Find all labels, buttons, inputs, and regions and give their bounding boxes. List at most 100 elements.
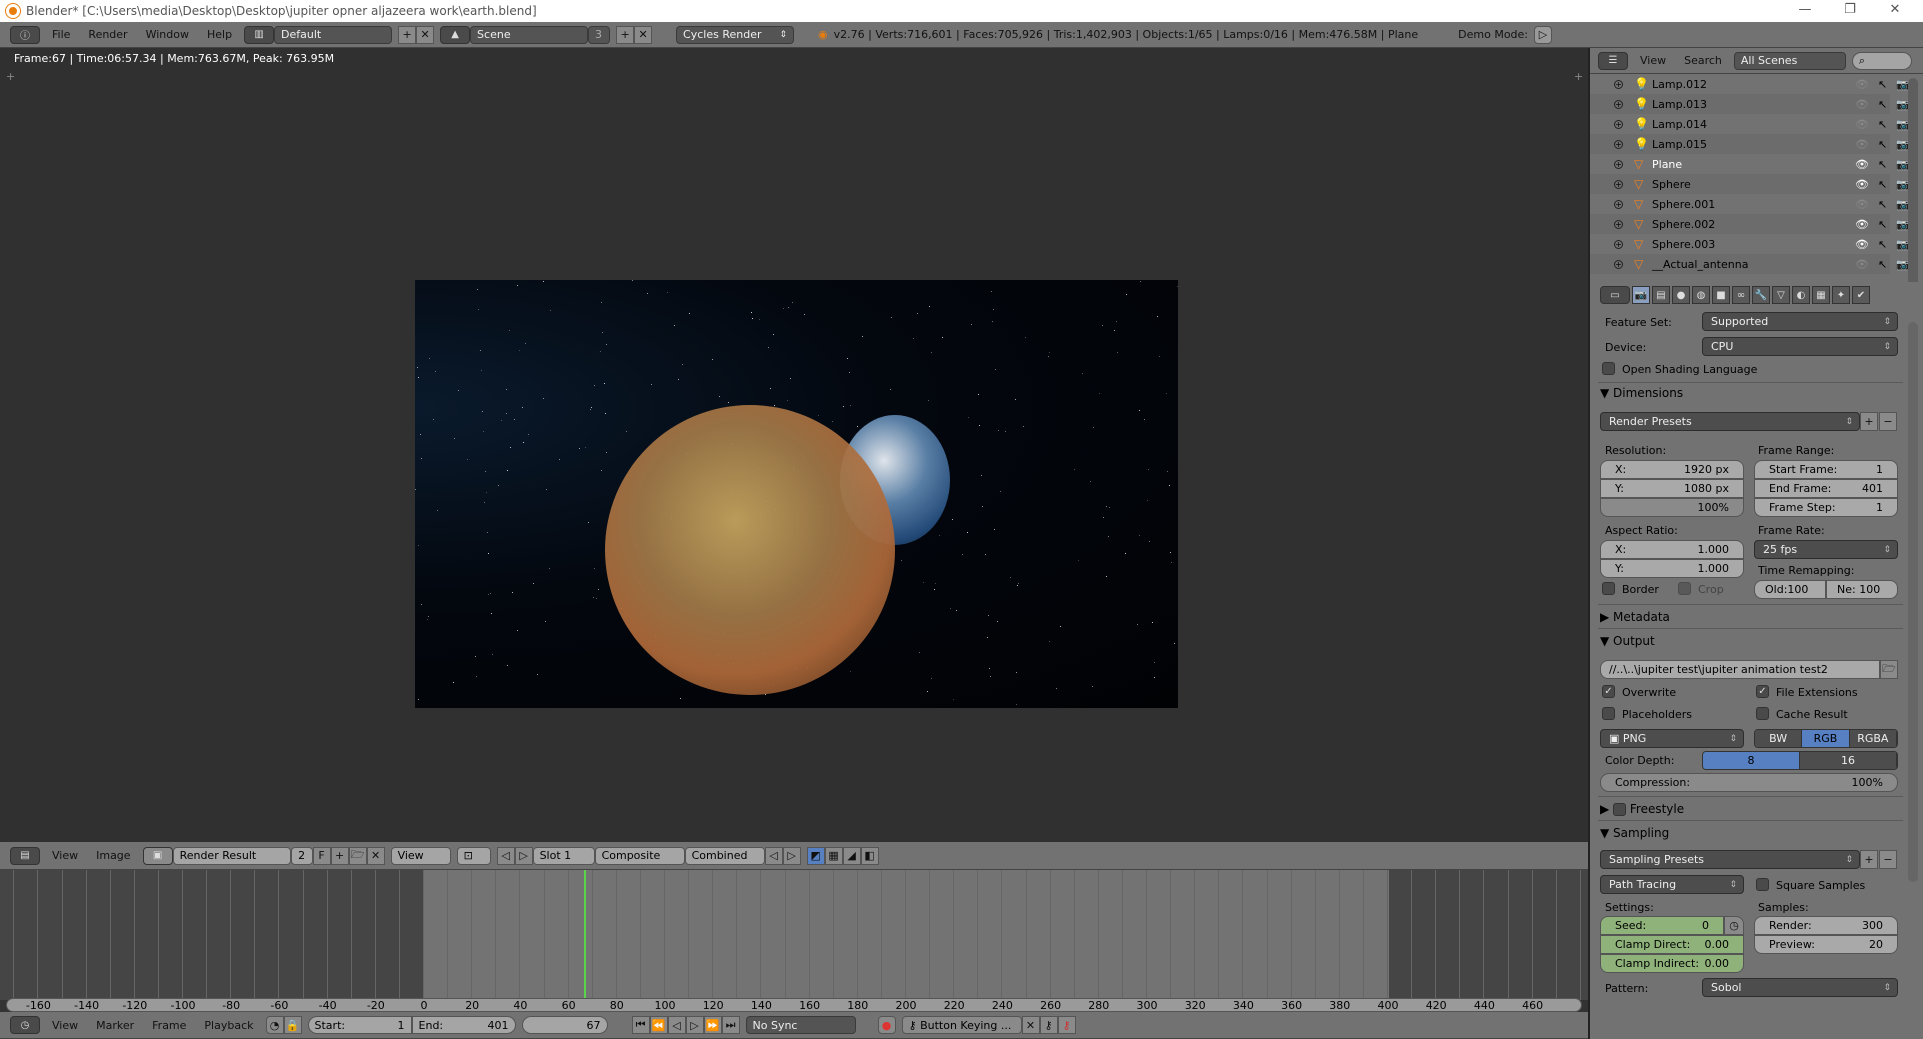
color-mode-bw[interactable]: BW bbox=[1755, 730, 1803, 747]
expand-icon[interactable]: + bbox=[1614, 219, 1623, 229]
selectable-arrow-icon[interactable]: ↖ bbox=[1878, 238, 1887, 251]
jump-next-keyframe-button[interactable]: ⏩ bbox=[703, 1016, 722, 1034]
resolution-x-field[interactable]: X: 1920 px bbox=[1600, 460, 1744, 479]
demo-mode-play-button[interactable]: ▷ bbox=[1534, 25, 1553, 44]
image-name-field[interactable]: Render Result bbox=[172, 846, 291, 865]
menu-render[interactable]: Render bbox=[82, 28, 133, 41]
menu-marker[interactable]: Marker bbox=[90, 1019, 140, 1032]
outliner-item-name[interactable]: Lamp.012 bbox=[1652, 78, 1707, 91]
outliner-item[interactable]: + ▽ Sphere.002 👁 ↖ 📷 bbox=[1590, 214, 1910, 234]
file-extensions-checkbox[interactable]: ✓ bbox=[1756, 685, 1769, 698]
compression-slider[interactable]: Compression: 100% bbox=[1600, 773, 1898, 792]
output-path-field[interactable]: //..\..\jupiter test\jupiter animation t… bbox=[1600, 660, 1880, 679]
outliner-menu-search[interactable]: Search bbox=[1678, 54, 1728, 67]
expand-icon[interactable]: + bbox=[1614, 99, 1623, 109]
close-button[interactable]: ✕ bbox=[1875, 0, 1915, 22]
scene-field[interactable]: Scene bbox=[470, 25, 589, 44]
menu-file[interactable]: File bbox=[46, 28, 76, 41]
tab-render[interactable]: 📷 bbox=[1632, 286, 1650, 304]
image-editor-viewport[interactable] bbox=[0, 48, 1588, 842]
cache-result-checkbox[interactable] bbox=[1756, 707, 1769, 720]
jump-prev-keyframe-button[interactable]: ⏪ bbox=[649, 1016, 668, 1034]
outliner-item[interactable]: + 💡 Lamp.012 👁 ↖ 📷 bbox=[1590, 74, 1910, 94]
unlink-image-button[interactable]: ✕ bbox=[366, 846, 385, 865]
tab-constraints[interactable]: ∞ bbox=[1732, 286, 1750, 304]
overwrite-checkbox[interactable]: ✓ bbox=[1602, 685, 1615, 698]
expand-icon[interactable]: + bbox=[1614, 159, 1623, 169]
add-screen-button[interactable]: + bbox=[398, 25, 417, 44]
tab-render-layers[interactable]: ▤ bbox=[1652, 286, 1670, 304]
end-frame-field[interactable]: End: 401 bbox=[411, 1016, 516, 1034]
aspect-x-field[interactable]: X: 1.000 bbox=[1600, 540, 1744, 559]
editor-type-properties-button[interactable]: ▭ bbox=[1600, 286, 1630, 304]
add-sampling-preset-button[interactable]: + bbox=[1860, 850, 1878, 869]
sampling-presets-dropdown[interactable]: Sampling Presets ⇕ bbox=[1600, 850, 1860, 869]
metadata-panel-header[interactable]: ▶ Metadata bbox=[1600, 610, 1670, 624]
outliner-scrollbar[interactable] bbox=[1908, 78, 1918, 303]
editor-type-outliner-button[interactable]: ☰ bbox=[1598, 51, 1628, 70]
menu-playback[interactable]: Playback bbox=[198, 1019, 259, 1032]
tab-texture[interactable]: ▦ bbox=[1812, 286, 1830, 304]
output-panel-header[interactable]: ▼ Output bbox=[1600, 634, 1655, 648]
remove-render-preset-button[interactable]: − bbox=[1879, 412, 1897, 431]
timeline-area[interactable] bbox=[0, 870, 1588, 1000]
selectable-arrow-icon[interactable]: ↖ bbox=[1878, 138, 1887, 151]
remap-old-field[interactable]: Old:100 bbox=[1754, 580, 1826, 599]
render-engine-dropdown[interactable]: Cycles Render ⇕ bbox=[676, 25, 795, 44]
color-depth-8[interactable]: 8 bbox=[1703, 752, 1800, 769]
restore-button[interactable]: ❐ bbox=[1830, 0, 1870, 22]
selectable-arrow-icon[interactable]: ↖ bbox=[1878, 98, 1887, 111]
resolution-percentage-slider[interactable]: 100% bbox=[1600, 498, 1744, 517]
aspect-y-field[interactable]: Y: 1.000 bbox=[1600, 559, 1744, 578]
add-scene-button[interactable]: + bbox=[616, 25, 635, 44]
visibility-eye-icon[interactable]: 👁 bbox=[1855, 178, 1869, 191]
outliner-item-name[interactable]: Sphere.003 bbox=[1652, 238, 1715, 251]
menu-window[interactable]: Window bbox=[140, 28, 195, 41]
outliner-item-name[interactable]: Plane bbox=[1652, 158, 1682, 171]
keying-set-field[interactable]: ⚷ Button Keying ... bbox=[901, 1016, 1022, 1034]
timeline-current-frame-cursor[interactable] bbox=[584, 870, 587, 1000]
expand-icon[interactable]: + bbox=[1614, 239, 1623, 249]
render-pass-dropdown[interactable]: Combined bbox=[684, 846, 765, 865]
selectable-arrow-icon[interactable]: ↖ bbox=[1878, 198, 1887, 211]
visibility-eye-icon[interactable]: 👁 bbox=[1855, 238, 1869, 251]
start-frame-prop-field[interactable]: Start Frame: 1 bbox=[1754, 460, 1898, 479]
outliner-menu-view[interactable]: View bbox=[1634, 54, 1672, 67]
visibility-eye-icon[interactable]: 👁 bbox=[1855, 198, 1869, 211]
minimize-button[interactable]: — bbox=[1785, 0, 1825, 22]
next-pass-button[interactable]: ▷ bbox=[782, 846, 801, 865]
menu-help[interactable]: Help bbox=[201, 28, 238, 41]
preview-range-button[interactable]: ◔ bbox=[265, 1016, 284, 1034]
end-frame-prop-field[interactable]: End Frame: 401 bbox=[1754, 479, 1898, 498]
menu-frame[interactable]: Frame bbox=[146, 1019, 192, 1032]
color-mode-rgb[interactable]: RGB bbox=[1802, 730, 1850, 747]
expand-icon[interactable]: + bbox=[1614, 259, 1623, 269]
outliner-item[interactable]: + ▽ Sphere.003 👁 ↖ 📷 bbox=[1590, 234, 1910, 254]
editor-type-info-button[interactable]: ⓘ bbox=[10, 25, 40, 44]
animated-seed-button[interactable]: ◷ bbox=[1724, 916, 1744, 935]
menu-image[interactable]: Image bbox=[90, 849, 136, 862]
device-dropdown[interactable]: CPU ⇕ bbox=[1702, 337, 1898, 356]
tab-material[interactable]: ◐ bbox=[1792, 286, 1810, 304]
view-mode-dropdown[interactable]: View bbox=[390, 846, 451, 865]
clamp-direct-field[interactable]: Clamp Direct: 0.00 bbox=[1600, 935, 1744, 954]
editor-type-image-button[interactable]: ▤ bbox=[10, 846, 40, 865]
selectable-arrow-icon[interactable]: ↖ bbox=[1878, 158, 1887, 171]
outliner-item[interactable]: + ▽ Plane 👁 ↖ 📷 bbox=[1590, 154, 1910, 174]
visibility-eye-icon[interactable]: 👁 bbox=[1855, 218, 1869, 231]
insert-keyframe-button[interactable]: ⚷ bbox=[1039, 1016, 1058, 1034]
square-samples-checkbox[interactable] bbox=[1756, 878, 1769, 891]
remove-sampling-preset-button[interactable]: − bbox=[1879, 850, 1897, 869]
outliner-item-name[interactable]: Lamp.015 bbox=[1652, 138, 1707, 151]
expand-icon[interactable]: + bbox=[1614, 139, 1623, 149]
outliner-item[interactable]: + ▽ Sphere.001 👁 ↖ 📷 bbox=[1590, 194, 1910, 214]
osl-checkbox[interactable] bbox=[1602, 362, 1615, 375]
file-format-dropdown[interactable]: ▣ PNG ⇕ bbox=[1600, 729, 1744, 748]
expand-icon[interactable]: + bbox=[1614, 119, 1623, 129]
frame-rate-dropdown[interactable]: 25 fps ⇕ bbox=[1754, 540, 1898, 559]
selectable-arrow-icon[interactable]: ↖ bbox=[1878, 218, 1887, 231]
delete-scene-button[interactable]: ✕ bbox=[634, 25, 653, 44]
visibility-eye-icon[interactable]: 👁 bbox=[1855, 258, 1869, 271]
outliner-display-mode-dropdown[interactable]: All Scenes bbox=[1733, 51, 1846, 70]
outliner-item[interactable]: + ▽ Sphere 👁 ↖ 📷 bbox=[1590, 174, 1910, 194]
